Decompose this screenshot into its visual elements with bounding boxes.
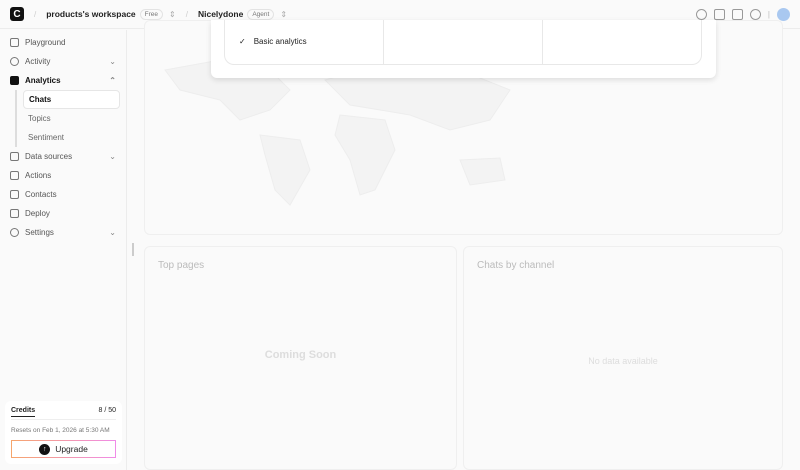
credits-label: Credits <box>11 407 36 417</box>
top-pages-card: Top pages Coming Soon <box>144 246 457 470</box>
sidebar-item-deploy[interactable]: Deploy <box>0 204 126 223</box>
feature-cell: ✓ Basic analytics <box>225 20 384 64</box>
avatar[interactable] <box>777 8 790 21</box>
database-icon <box>10 152 19 161</box>
coming-soon: Coming Soon <box>264 349 337 361</box>
logo[interactable]: C <box>10 7 24 21</box>
gift-icon[interactable] <box>713 9 725 20</box>
card-title: Top pages <box>158 260 205 271</box>
check-icon: ✓ <box>239 37 246 46</box>
sidebar-subitem-sentiment[interactable]: Sentiment <box>23 128 126 147</box>
sidebar-item-analytics[interactable]: Analytics ⌃ <box>0 71 126 90</box>
help-icon[interactable] <box>749 9 761 20</box>
agent-switcher-icon[interactable]: ⇕ <box>280 10 287 19</box>
bolt-icon <box>10 171 19 180</box>
no-data: No data available <box>588 356 658 366</box>
chart-icon <box>10 76 19 85</box>
chevron-up-icon: ⌃ <box>109 76 116 85</box>
credits-value: 8 / 50 <box>98 407 116 414</box>
chevron-down-icon: ⌄ <box>109 228 116 237</box>
credits-reset: Resets on Feb 1, 2026 at 5:30 AM <box>11 427 110 434</box>
sidebar-item-data-sources[interactable]: Data sources ⌄ <box>0 147 126 166</box>
plan-features-popup: ✓ Basic analytics <box>211 20 716 78</box>
upgrade-button[interactable]: ↑ Upgrade <box>11 440 116 458</box>
credits-panel: Credits 8 / 50 Resets on Feb 1, 2026 at 5… <box>5 401 122 464</box>
sidebar-item-settings[interactable]: Settings ⌄ <box>0 223 126 242</box>
sidebar-subitem-topics[interactable]: Topics <box>23 109 126 128</box>
agent-badge: Agent <box>247 8 275 20</box>
contact-icon <box>10 190 19 199</box>
card-title: Chats by channel <box>477 260 555 271</box>
workspace-name[interactable]: products's workspace <box>46 9 135 19</box>
workspace-switcher-icon[interactable]: ⇕ <box>169 10 176 19</box>
gear-icon <box>10 228 19 237</box>
sidebar-item-activity[interactable]: Activity ⌄ <box>0 52 126 71</box>
sidebar-subitem-chats[interactable]: Chats <box>23 90 120 109</box>
docs-icon[interactable] <box>731 9 743 20</box>
chevron-down-icon: ⌄ <box>109 57 116 66</box>
sidebar-item-playground[interactable]: Playground <box>0 33 126 52</box>
sidebar-item-actions[interactable]: Actions <box>0 166 126 185</box>
chats-by-channel-card: Chats by channel No data available <box>463 246 783 470</box>
sidebar-item-contacts[interactable]: Contacts <box>0 185 126 204</box>
resize-handle[interactable] <box>132 243 134 256</box>
rocket-icon <box>10 209 19 218</box>
agent-name[interactable]: Nicelydone <box>198 9 243 19</box>
chevron-down-icon: ⌄ <box>109 152 116 161</box>
play-icon <box>10 38 19 47</box>
history-icon[interactable] <box>695 9 707 20</box>
arrow-up-icon: ↑ <box>39 443 51 455</box>
plan-badge: Free <box>139 8 164 20</box>
history-icon <box>10 57 19 66</box>
